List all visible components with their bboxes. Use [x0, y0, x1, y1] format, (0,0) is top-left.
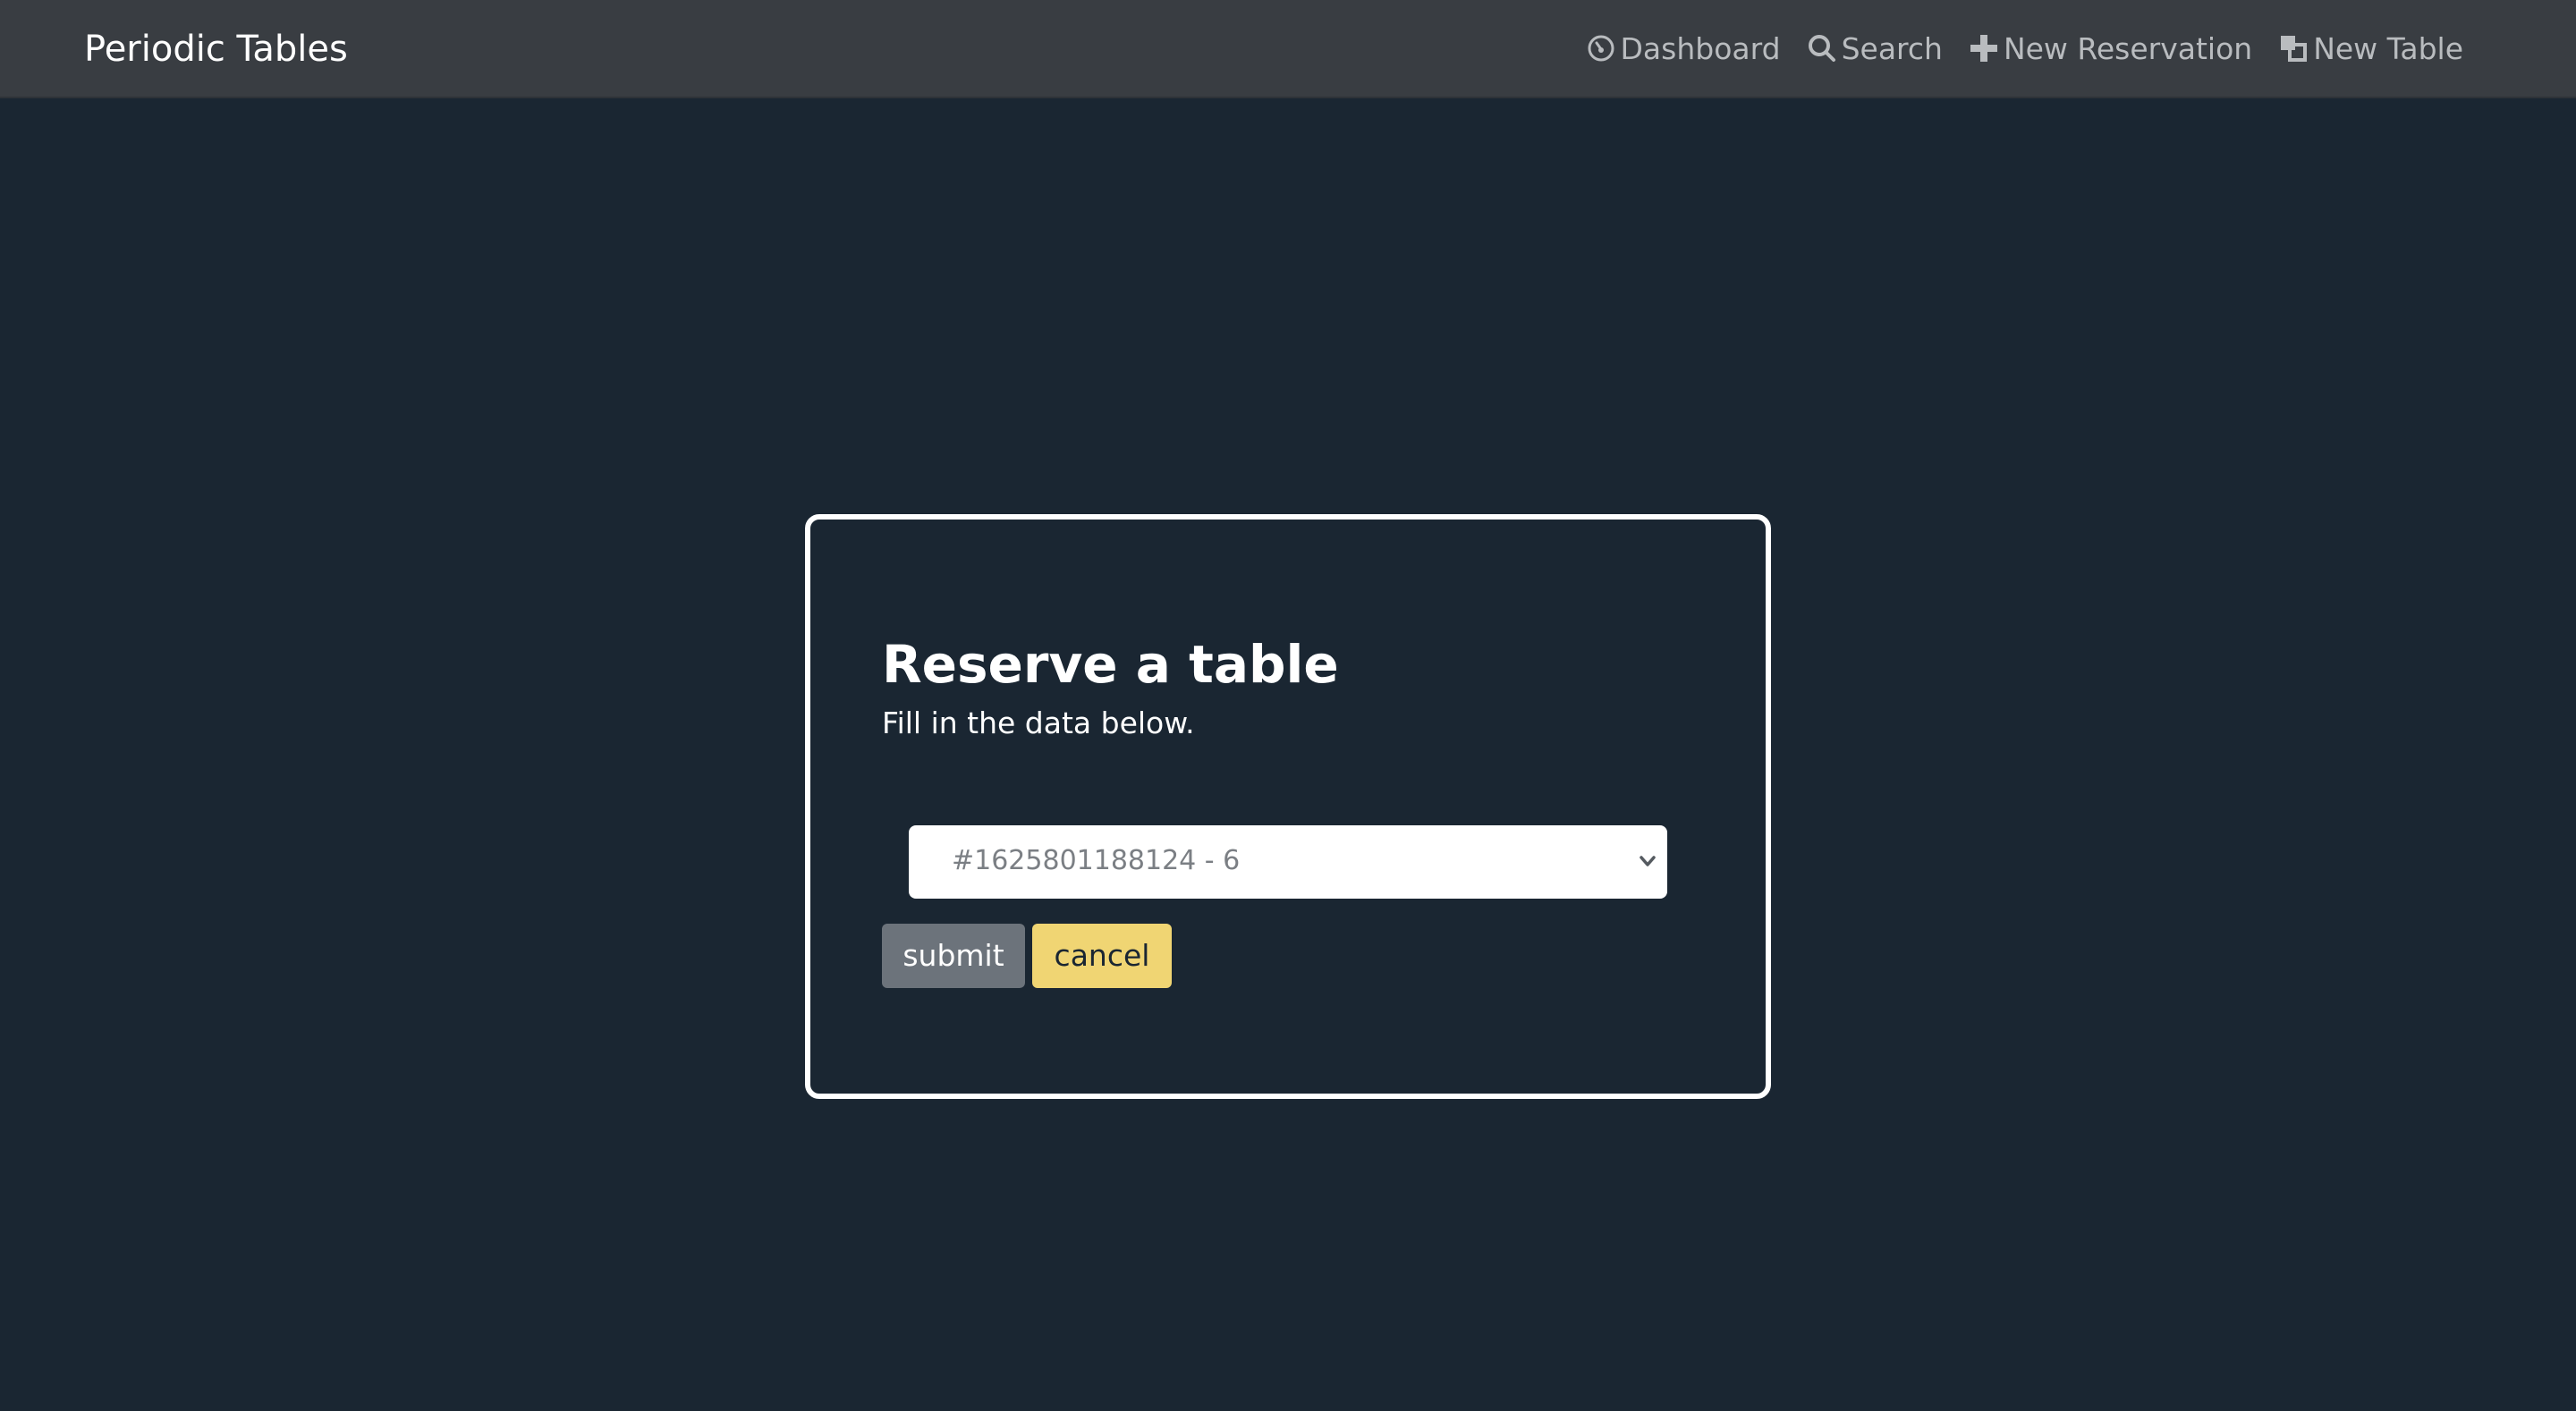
layers-icon: [2279, 34, 2308, 63]
chevron-down-icon: [1637, 850, 1658, 875]
submit-button[interactable]: submit: [882, 924, 1025, 988]
search-icon: [1808, 34, 1836, 63]
plus-icon: [1970, 34, 1998, 63]
dashboard-gauge-icon: [1587, 34, 1615, 63]
nav-link-new-table[interactable]: New Table: [2279, 31, 2463, 66]
nav-link-dashboard[interactable]: Dashboard: [1587, 31, 1781, 66]
nav-link-search[interactable]: Search: [1808, 31, 1943, 66]
form-title: Reserve a table: [882, 634, 1339, 695]
table-select-value: #1625801188124 - 6: [952, 845, 1241, 876]
table-select[interactable]: #1625801188124 - 6: [909, 825, 1667, 899]
form-subtitle: Fill in the data below.: [882, 706, 1195, 740]
nav-link-label: Dashboard: [1620, 30, 1781, 66]
nav-link-label: New Table: [2313, 30, 2463, 66]
reserve-form-card: Reserve a table Fill in the data below. …: [805, 514, 1771, 1099]
cancel-button[interactable]: cancel: [1032, 924, 1172, 988]
brand-link[interactable]: Periodic Tables: [84, 25, 348, 73]
nav-link-new-reservation[interactable]: New Reservation: [1970, 31, 2252, 66]
nav-links: Dashboard Search New Reservation New Tab…: [1587, 0, 2463, 97]
navbar: Periodic Tables Dashboard Search New Res…: [0, 0, 2576, 98]
nav-link-label: Search: [1841, 30, 1943, 66]
nav-link-label: New Reservation: [2003, 30, 2253, 66]
